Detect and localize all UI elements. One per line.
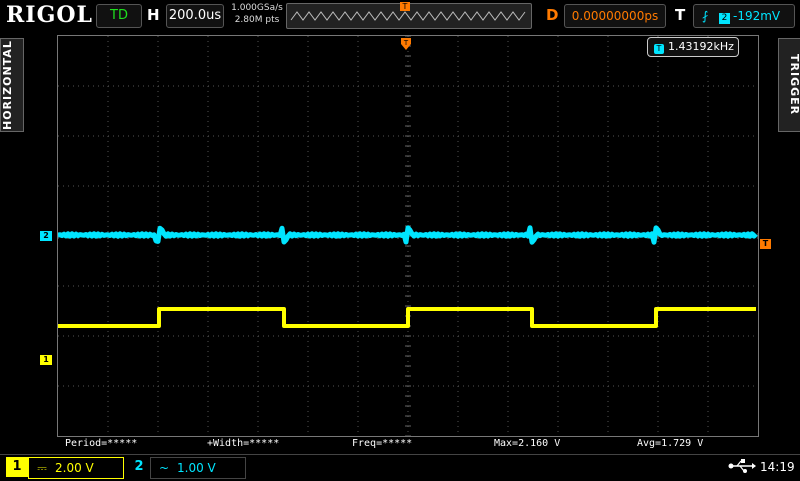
waveform-display[interactable] xyxy=(57,35,759,437)
ch1-waveform xyxy=(58,307,756,328)
trigger-source-badge: 2 xyxy=(719,13,730,24)
ch2-offset-marker[interactable]: 2 xyxy=(40,231,52,241)
horizontal-tab[interactable]: HORIZONTAL xyxy=(0,38,24,132)
counter-icon: T xyxy=(654,44,664,54)
ch2-waveform xyxy=(57,225,758,245)
svg-text:T: T xyxy=(403,39,409,47)
frequency-value: 1.43192kHz xyxy=(668,40,734,53)
ac-coupling-icon: ~ xyxy=(158,461,170,475)
graticule xyxy=(57,35,759,437)
memory-trigger-marker: T xyxy=(400,2,410,11)
measurement-avg[interactable]: Avg=1.729 V xyxy=(637,438,703,449)
rigol-logo: RIGOL xyxy=(6,2,93,28)
ch1-offset-marker[interactable]: 1 xyxy=(40,355,52,365)
trigger-settings[interactable]: ⨏ 2 -192mV xyxy=(693,4,795,28)
usb-icon xyxy=(728,458,756,474)
trigger-position-marker[interactable]: T xyxy=(401,37,411,51)
trigger-label: T xyxy=(675,6,686,24)
sample-rate: 1.000GSa/s xyxy=(231,3,283,13)
measurement-freq[interactable]: Freq=***** xyxy=(352,438,412,449)
delay-value[interactable]: 0.00000000ps xyxy=(564,4,666,28)
run-status-indicator[interactable]: TD xyxy=(96,4,142,28)
trigger-level-value: -192mV xyxy=(733,9,781,23)
delay-label: D xyxy=(546,6,559,24)
timebase-value[interactable]: 200.0us xyxy=(166,4,224,28)
ch2-scale: 1.00 V xyxy=(177,461,216,475)
measurement-period[interactable]: Period=***** xyxy=(65,438,137,449)
ch1-scale: 2.00 V xyxy=(55,461,94,475)
system-clock: 14:19 xyxy=(760,460,795,474)
trigger-tab[interactable]: TRIGGER xyxy=(778,38,800,132)
horizontal-label: H xyxy=(147,6,160,24)
dc-coupling-icon: ⎓ xyxy=(37,461,47,475)
measurement-bar: Period=***** +Width=***** Freq=***** Max… xyxy=(57,436,757,452)
frequency-counter: T 1.43192kHz xyxy=(647,37,739,57)
memory-depth: 2.80M pts xyxy=(234,15,280,25)
ch1-settings[interactable]: ⎓ 2.00 V xyxy=(28,457,124,479)
ch2-number[interactable]: 2 xyxy=(128,457,150,477)
trigger-level-marker[interactable]: T xyxy=(760,239,771,249)
ch2-settings[interactable]: ~1.00 V xyxy=(150,457,246,479)
measurement-width[interactable]: +Width=***** xyxy=(207,438,279,449)
ch1-number[interactable]: 1 xyxy=(6,457,28,477)
measurement-max[interactable]: Max=2.160 V xyxy=(494,438,560,449)
trigger-edge-icon: ⨏ xyxy=(702,9,709,23)
